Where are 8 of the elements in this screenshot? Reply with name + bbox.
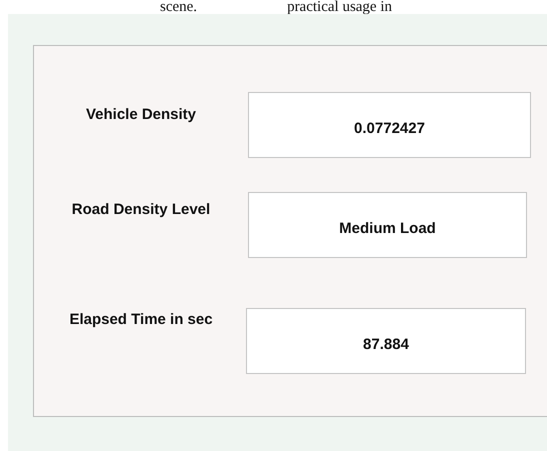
value-field[interactable]: Medium Load [248, 192, 527, 258]
document-text: scene. [160, 0, 198, 14]
value-field[interactable]: 87.884 [246, 308, 526, 374]
field-label: Elapsed Time in sec [69, 311, 213, 328]
value-field[interactable]: 0.0772427 [248, 92, 531, 158]
field-label: Vehicle Density [86, 106, 196, 123]
field-label: Road Density Level [72, 201, 210, 218]
document-text: practical usage in [287, 0, 392, 14]
